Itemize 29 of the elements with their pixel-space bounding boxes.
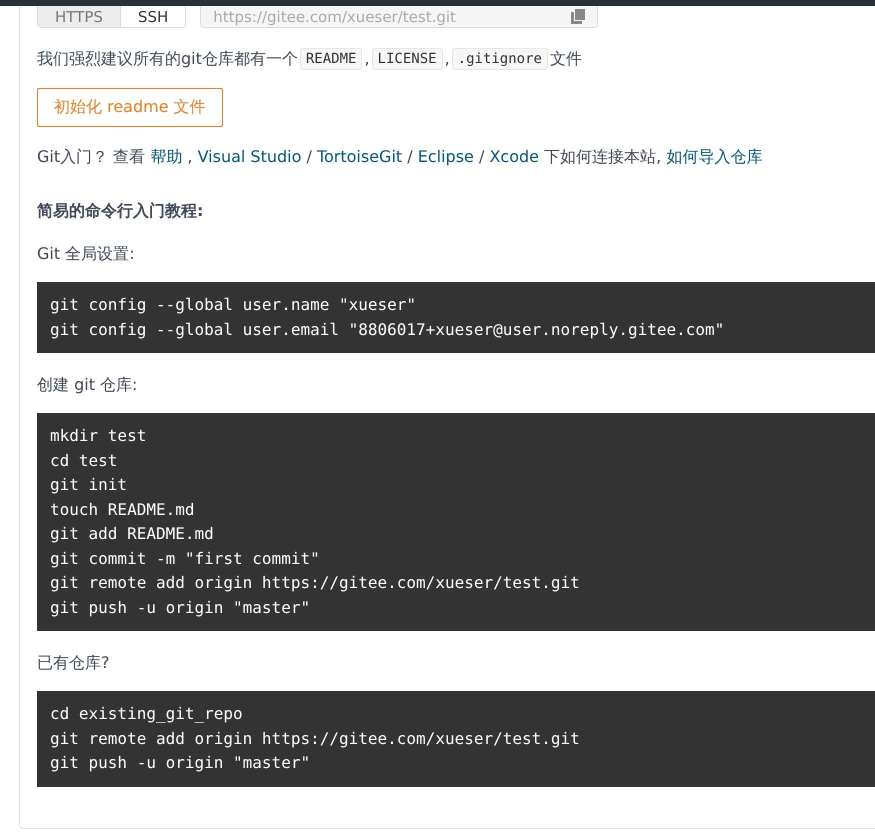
help-link[interactable]: Visual Studio bbox=[198, 147, 302, 166]
recommend-text: , bbox=[364, 48, 370, 70]
file-name-code: README bbox=[300, 48, 362, 70]
help-text: , bbox=[186, 147, 194, 166]
help-link[interactable]: TortoiseGit bbox=[316, 147, 402, 166]
file-name-code: LICENSE bbox=[372, 48, 443, 70]
help-text: / bbox=[406, 147, 414, 166]
section-label: Git 全局设置: bbox=[37, 243, 136, 265]
code-block: mkdir test cd test git init touch README.md git add README.md git commit -m "first commit" git remote add origin https://gitee.com/xueser/test.git git push -u origin "master" bbox=[37, 413, 875, 631]
help-link[interactable]: 帮助 bbox=[150, 147, 182, 166]
help-text: / bbox=[305, 147, 313, 166]
code-block: cd existing_git_repo git remote add origin https://gitee.com/xueser/test.git git push -u origin "master" bbox=[37, 691, 875, 786]
help-text: / bbox=[478, 147, 486, 166]
help-link[interactable]: Eclipse bbox=[418, 147, 474, 166]
section-label: 创建 git 仓库: bbox=[37, 374, 138, 396]
help-link[interactable]: 如何导入仓库 bbox=[666, 147, 762, 166]
protocol-tab[interactable]: SSH bbox=[120, 6, 186, 27]
help-link[interactable]: Xcode bbox=[489, 147, 539, 166]
help-text: 下如何连接本站, bbox=[543, 147, 662, 166]
code-block: git config --global user.name "xueser" git config --global user.email "8806017+xueser@user.noreply.gitee.com" bbox=[37, 282, 875, 353]
protocol-tab[interactable]: HTTPS bbox=[38, 6, 120, 27]
help-text: Git入门？ 查看 bbox=[37, 147, 146, 166]
section-label: 已有仓库? bbox=[37, 652, 110, 674]
copy-icon[interactable] bbox=[571, 9, 586, 24]
recommend-text: 我们强烈建议所有的git仓库都有一个 bbox=[37, 48, 298, 70]
file-name-code: .gitignore bbox=[452, 48, 548, 70]
section-heading: 简易的命令行入门教程: bbox=[37, 201, 204, 222]
recommend-text: , bbox=[444, 48, 450, 70]
recommend-text: 文件 bbox=[550, 48, 582, 70]
